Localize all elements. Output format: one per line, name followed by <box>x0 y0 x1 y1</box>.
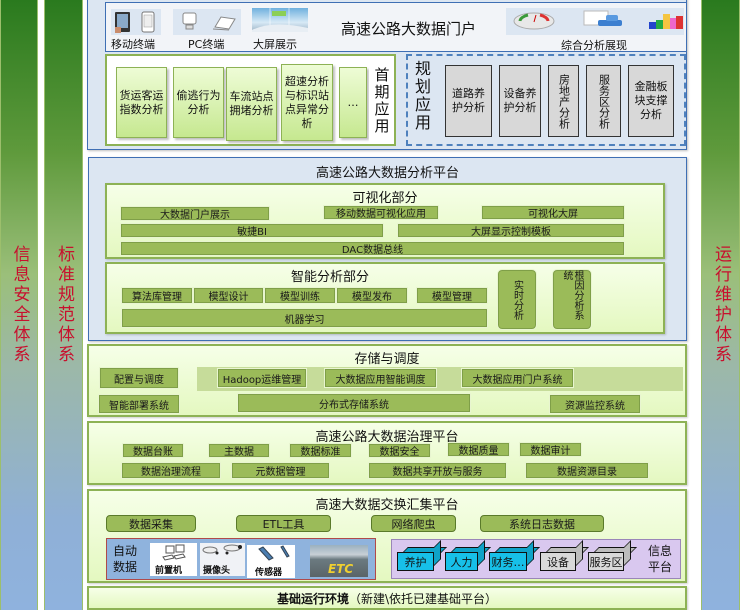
governance-item[interactable]: 数据治理流程 <box>121 462 221 479</box>
planned-label: 规划应用 <box>412 60 431 132</box>
info-platform-label: 信息平台 <box>647 544 672 574</box>
app-card[interactable]: 超速分析与标识站点异常分析 <box>281 64 333 141</box>
infrastructure-subtitle: （新建\依托已建基础平台） <box>348 591 498 606</box>
infrastructure-title: 基础运行环境 <box>276 591 349 606</box>
system-cube[interactable]: 人力 <box>445 540 491 571</box>
viz-item[interactable]: DAC数据总线 <box>120 241 625 256</box>
app-card[interactable]: 货运客运指数分析 <box>116 67 167 138</box>
info-security-column: 信息安全体系 <box>0 0 38 610</box>
analysis-display-icons <box>506 8 684 35</box>
pc-terminal-icon <box>173 9 241 35</box>
storage-item[interactable]: Hadoop运维管理 <box>217 368 307 388</box>
front-server-icon: 前置机 <box>150 543 197 576</box>
storage-section: 存储与调度 配置与调度 Hadoop运维管理 大数据应用智能调度 大数据应用门户… <box>87 344 687 417</box>
analysis-display-label: 综合分析展现 <box>561 39 627 52</box>
governance-item[interactable]: 数据共享开放与服务 <box>368 462 507 479</box>
analysis-platform-title: 高速公路大数据分析平台 <box>315 166 459 181</box>
planned-app-card[interactable]: 房地产分析 <box>548 65 579 137</box>
viz-item[interactable]: 大屏显示控制模板 <box>397 223 625 238</box>
system-cube[interactable]: 服务区 <box>588 540 637 571</box>
phase1-label: 首期应用 <box>369 58 393 144</box>
operations-label: 运行维护体系 <box>711 245 731 365</box>
standards-label: 标准规范体系 <box>54 245 74 365</box>
exchange-tool[interactable]: 网络爬虫 <box>371 515 456 532</box>
system-cube[interactable]: 财务… <box>489 540 540 571</box>
pc-terminal-label: PC终端 <box>188 38 225 51</box>
operations-column: 运行维护体系 <box>701 0 740 610</box>
planned-app-card[interactable]: 服务区分析 <box>586 65 621 137</box>
planned-app-card[interactable]: 金融板块支撑分析 <box>628 65 674 137</box>
exchange-section: 高速大数据交换汇集平台 数据采集 ETL工具 网络爬虫 系统日志数据 自动数据 … <box>87 489 687 583</box>
realtime-analysis[interactable]: 实时分析 <box>497 269 537 330</box>
portal-section: 移动终端 PC终端 大屏展示 高速公路大数据门户 综合分析展现 货运客运指数分析… <box>87 0 687 150</box>
app-card-more[interactable]: … <box>339 67 367 138</box>
viz-item[interactable]: 移动数据可视化应用 <box>323 205 439 220</box>
info-platform-panel: 养护 人力 财务… 设备 服务区 信息平台 <box>391 539 681 579</box>
etc-label: ETC <box>328 562 354 576</box>
storage-item[interactable]: 配置与调度 <box>99 367 179 389</box>
analysis-platform-section: 高速公路大数据分析平台 可视化部分 大数据门户展示 移动数据可视化应用 可视化大… <box>88 157 687 341</box>
camera-label: 摄像头 <box>203 566 231 576</box>
governance-section: 高速公路大数据治理平台 数据台账 主数据 数据标准 数据安全 数据质量 数据审计… <box>87 421 687 485</box>
standards-column: 标准规范体系 <box>44 0 83 610</box>
front-server-label: 前置机 <box>155 566 183 576</box>
etc-lane-image: ETC <box>310 545 368 577</box>
governance-item[interactable]: 数据审计 <box>519 442 582 457</box>
exchange-tool[interactable]: 数据采集 <box>106 515 196 532</box>
storage-item[interactable]: 智能部署系统 <box>98 394 180 414</box>
big-screen-icon <box>252 8 308 32</box>
machine-learning[interactable]: 机器学习 <box>121 308 488 328</box>
portal-title: 高速公路大数据门户 <box>341 20 477 38</box>
sensor-label: 传感器 <box>255 568 283 578</box>
visualization-panel: 可视化部分 大数据门户展示 移动数据可视化应用 可视化大屏 敏捷BI 大屏显示控… <box>105 183 665 259</box>
model-item[interactable]: 模型发布 <box>336 287 408 304</box>
system-cube[interactable]: 养护 <box>397 540 447 571</box>
storage-item[interactable]: 大数据应用智能调度 <box>324 368 437 388</box>
phase1-apps-panel: 货运客运指数分析 偷逃行为分析 车流站点拥堵分析 超速分析与标识站点异常分析 …… <box>105 54 396 146</box>
governance-item[interactable]: 数据安全 <box>368 443 431 458</box>
root-cause-analysis[interactable]: 根因分析系统 <box>552 269 592 330</box>
auto-data-panel: 自动数据 前置机 摄像头 传感器 ETC <box>106 538 376 580</box>
governance-item[interactable]: 数据标准 <box>289 443 352 458</box>
governance-item[interactable]: 元数据管理 <box>231 462 330 479</box>
exchange-title: 高速大数据交换汇集平台 <box>315 498 459 513</box>
app-card[interactable]: 车流站点拥堵分析 <box>226 67 277 141</box>
viz-item[interactable]: 敏捷BI <box>120 223 384 238</box>
mobile-terminal-label: 移动终端 <box>111 38 155 51</box>
model-item[interactable]: 模型训练 <box>264 287 336 304</box>
model-item[interactable]: 模型管理 <box>416 287 488 304</box>
planned-app-card[interactable]: 设备养护分析 <box>499 65 541 137</box>
viz-item[interactable]: 可视化大屏 <box>481 205 625 220</box>
governance-item[interactable]: 数据台账 <box>122 443 184 458</box>
exchange-tool[interactable]: ETL工具 <box>236 515 331 532</box>
camera-icon: 摄像头 <box>200 543 245 576</box>
model-item[interactable]: 模型设计 <box>193 287 264 304</box>
system-cube[interactable]: 设备 <box>540 540 589 571</box>
info-security-label: 信息安全体系 <box>9 245 30 365</box>
big-screen-label: 大屏展示 <box>253 38 297 51</box>
sensor-icon: 传感器 <box>247 545 295 578</box>
infrastructure-section: 基础运行环境 （新建\依托已建基础平台） <box>87 586 687 610</box>
portal-header: 移动终端 PC终端 大屏展示 高速公路大数据门户 综合分析展现 <box>105 2 687 52</box>
storage-item[interactable]: 大数据应用门户系统 <box>461 368 574 388</box>
model-item[interactable]: 算法库管理 <box>121 287 193 304</box>
exchange-tool[interactable]: 系统日志数据 <box>480 515 604 532</box>
storage-title: 存储与调度 <box>354 352 420 367</box>
governance-item[interactable]: 主数据 <box>208 443 270 458</box>
auto-data-label: 自动数据 <box>113 544 138 574</box>
planned-apps-panel: 规划应用 道路养护分析 设备养护分析 房地产分析 服务区分析 金融板块支撑分析 <box>406 54 686 146</box>
storage-item[interactable]: 分布式存储系统 <box>237 393 471 413</box>
governance-item[interactable]: 数据资源目录 <box>525 462 649 479</box>
governance-item[interactable]: 数据质量 <box>447 442 510 457</box>
visualization-title: 可视化部分 <box>352 191 418 206</box>
intelligent-analysis-panel: 智能分析部分 算法库管理 模型设计 模型训练 模型发布 模型管理 机器学习 实时… <box>105 262 665 334</box>
mobile-terminal-icon <box>111 9 161 35</box>
storage-item[interactable]: 资源监控系统 <box>549 394 641 414</box>
planned-app-card[interactable]: 道路养护分析 <box>445 65 492 137</box>
app-card[interactable]: 偷逃行为分析 <box>173 67 224 138</box>
viz-item[interactable]: 大数据门户展示 <box>120 206 270 221</box>
